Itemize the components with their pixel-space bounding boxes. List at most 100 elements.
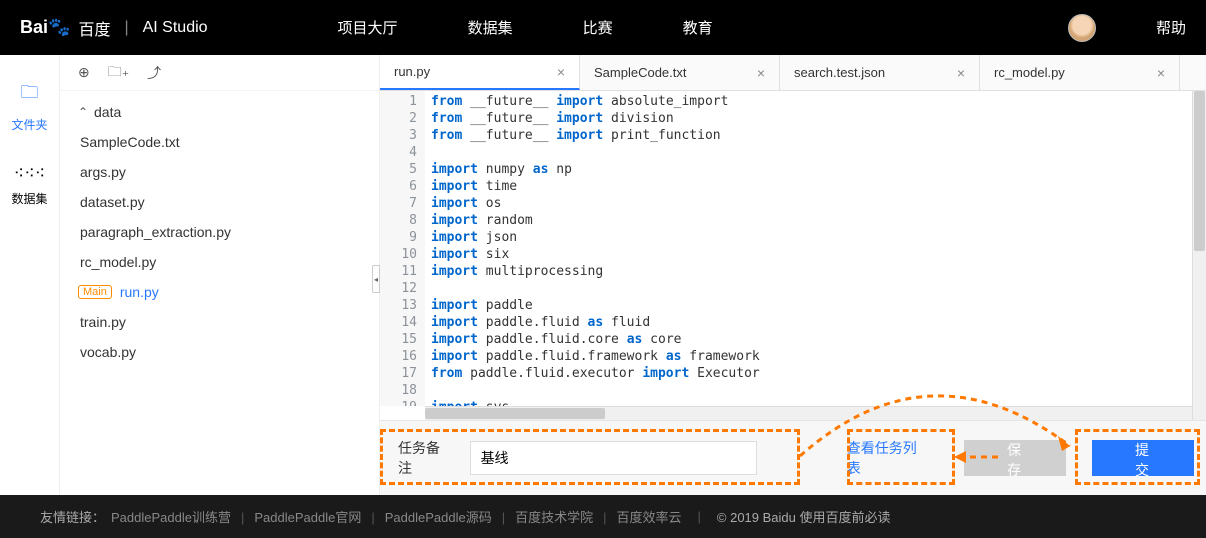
- horizontal-scrollbar[interactable]: [425, 406, 1206, 420]
- code-line[interactable]: import paddle: [431, 297, 760, 314]
- chevron-down-icon: ⌃: [78, 105, 92, 119]
- view-task-list-link[interactable]: 查看任务列表: [847, 438, 924, 478]
- code-line[interactable]: import time: [431, 178, 760, 195]
- line-number: 9: [380, 229, 417, 246]
- code-line[interactable]: [431, 280, 760, 297]
- tree-file[interactable]: dataset.py: [60, 187, 379, 217]
- rail-datasets-label: 数据集: [11, 190, 47, 207]
- code-line[interactable]: import os: [431, 195, 760, 212]
- tree-file[interactable]: args.py: [60, 157, 379, 187]
- nav-education[interactable]: 教育: [683, 17, 713, 38]
- editor-tab[interactable]: search.test.json ×: [780, 55, 980, 90]
- footer-copyright: © 2019 Baidu 使用百度前必读: [717, 507, 891, 526]
- tree-folder-data[interactable]: ⌃ data: [60, 97, 379, 127]
- new-folder-icon[interactable]: 🗀₊: [108, 61, 129, 85]
- file-label: vocab.py: [78, 344, 136, 360]
- hscroll-thumb[interactable]: [425, 408, 605, 419]
- file-sidebar: ⊕ 🗀₊ ⤴ ⌃ data SampleCode.txt args.py datas…: [60, 55, 380, 495]
- logo[interactable]: Bai🐾 百度 | AI Studio: [20, 16, 208, 40]
- vscroll-thumb[interactable]: [1194, 91, 1205, 251]
- line-number: 8: [380, 212, 417, 229]
- tab-label: search.test.json: [794, 65, 885, 80]
- editor-area: ◂ run.py×SampleCode.txt×search.test.json…: [380, 55, 1206, 495]
- close-icon[interactable]: ×: [757, 65, 765, 81]
- code-line[interactable]: [431, 144, 760, 161]
- upload-icon[interactable]: ⤴: [147, 63, 161, 83]
- footer-link[interactable]: 百度技术学院: [515, 510, 593, 525]
- tree-file[interactable]: SampleCode.txt: [60, 127, 379, 157]
- line-number: 2: [380, 110, 417, 127]
- tree-file[interactable]: paragraph_extraction.py: [60, 217, 379, 247]
- nav-competition[interactable]: 比赛: [583, 17, 613, 38]
- tree-file[interactable]: rc_model.py: [60, 247, 379, 277]
- line-number: 7: [380, 195, 417, 212]
- code-editor[interactable]: 123456789101112131415161718192021222324 …: [380, 91, 1206, 406]
- line-number: 11: [380, 263, 417, 280]
- code-line[interactable]: [431, 382, 760, 399]
- file-label: train.py: [78, 314, 126, 330]
- line-number: 12: [380, 280, 417, 297]
- tab-label: rc_model.py: [994, 65, 1065, 80]
- help-link[interactable]: 帮助: [1156, 17, 1186, 38]
- close-icon[interactable]: ×: [557, 64, 565, 80]
- close-icon[interactable]: ×: [957, 65, 965, 81]
- save-button[interactable]: 保 存: [964, 440, 1066, 476]
- main-badge: Main: [78, 285, 112, 299]
- editor-tab[interactable]: rc_model.py ×: [980, 55, 1180, 90]
- code-content[interactable]: from __future__ import absolute_importfr…: [425, 91, 760, 406]
- code-line[interactable]: from __future__ import print_function: [431, 127, 760, 144]
- editor-tab[interactable]: run.py×: [380, 55, 580, 90]
- footer-link[interactable]: PaddlePaddle官网: [254, 510, 361, 525]
- code-line[interactable]: import sys: [431, 399, 760, 406]
- footer-link[interactable]: PaddlePaddle训练营: [111, 510, 231, 525]
- nav-projects[interactable]: 项目大厅: [338, 17, 398, 38]
- tree-file[interactable]: vocab.py: [60, 337, 379, 367]
- submit-button[interactable]: 提 交: [1092, 440, 1194, 476]
- nav-datasets[interactable]: 数据集: [468, 17, 513, 38]
- code-line[interactable]: from __future__ import absolute_import: [431, 93, 760, 110]
- code-line[interactable]: from paddle.fluid.executor import Execut…: [431, 365, 760, 382]
- code-line[interactable]: import paddle.fluid.framework as framewo…: [431, 348, 760, 365]
- line-number: 14: [380, 314, 417, 331]
- top-navbar: Bai🐾 百度 | AI Studio 项目大厅 数据集 比赛 教育 帮助: [0, 0, 1206, 55]
- task-note-input[interactable]: [470, 441, 757, 475]
- code-line[interactable]: import six: [431, 246, 760, 263]
- code-line[interactable]: import paddle.fluid as fluid: [431, 314, 760, 331]
- file-label: SampleCode.txt: [78, 134, 180, 150]
- line-number: 18: [380, 382, 417, 399]
- line-number: 19: [380, 399, 417, 406]
- tree-file[interactable]: Main run.py: [60, 277, 379, 307]
- avatar[interactable]: [1068, 14, 1096, 42]
- line-number: 13: [380, 297, 417, 314]
- sidebar-collapse-handle[interactable]: ◂: [372, 265, 380, 293]
- code-line[interactable]: import numpy as np: [431, 161, 760, 178]
- logo-suffix: AI Studio: [143, 19, 208, 37]
- new-file-icon[interactable]: ⊕: [78, 64, 90, 81]
- task-note-label: 任务备注: [398, 438, 450, 478]
- file-label: run.py: [118, 284, 159, 300]
- footer-prefix: 友情链接：: [40, 507, 105, 526]
- code-line[interactable]: import paddle.fluid.core as core: [431, 331, 760, 348]
- sidebar-toolbar: ⊕ 🗀₊ ⤴: [60, 55, 379, 91]
- code-line[interactable]: from __future__ import division: [431, 110, 760, 127]
- line-number: 6: [380, 178, 417, 195]
- code-line[interactable]: import random: [431, 212, 760, 229]
- editor-tab[interactable]: SampleCode.txt×: [580, 55, 780, 90]
- rail-datasets[interactable]: ⁖⁖⁖ 数据集: [11, 163, 47, 207]
- file-label: args.py: [78, 164, 126, 180]
- editor-tabs: run.py×SampleCode.txt×search.test.json×r…: [380, 55, 1206, 91]
- footer: 友情链接： PaddlePaddle训练营|PaddlePaddle官网|Pad…: [0, 495, 1206, 538]
- footer-link[interactable]: PaddlePaddle源码: [385, 510, 492, 525]
- code-line[interactable]: import multiprocessing: [431, 263, 760, 280]
- tree-file[interactable]: train.py: [60, 307, 379, 337]
- vertical-scrollbar[interactable]: [1192, 91, 1206, 420]
- close-icon[interactable]: ×: [1157, 65, 1165, 81]
- line-number: 5: [380, 161, 417, 178]
- rail-files[interactable]: 🗀 文件夹: [11, 80, 47, 133]
- task-bar: 任务备注 查看任务列表 保 存 提 交: [380, 420, 1206, 495]
- footer-link[interactable]: 百度效率云: [617, 510, 682, 525]
- code-line[interactable]: import json: [431, 229, 760, 246]
- file-tree: ⌃ data SampleCode.txt args.py dataset.pypa…: [60, 91, 379, 373]
- line-number: 3: [380, 127, 417, 144]
- line-number: 1: [380, 93, 417, 110]
